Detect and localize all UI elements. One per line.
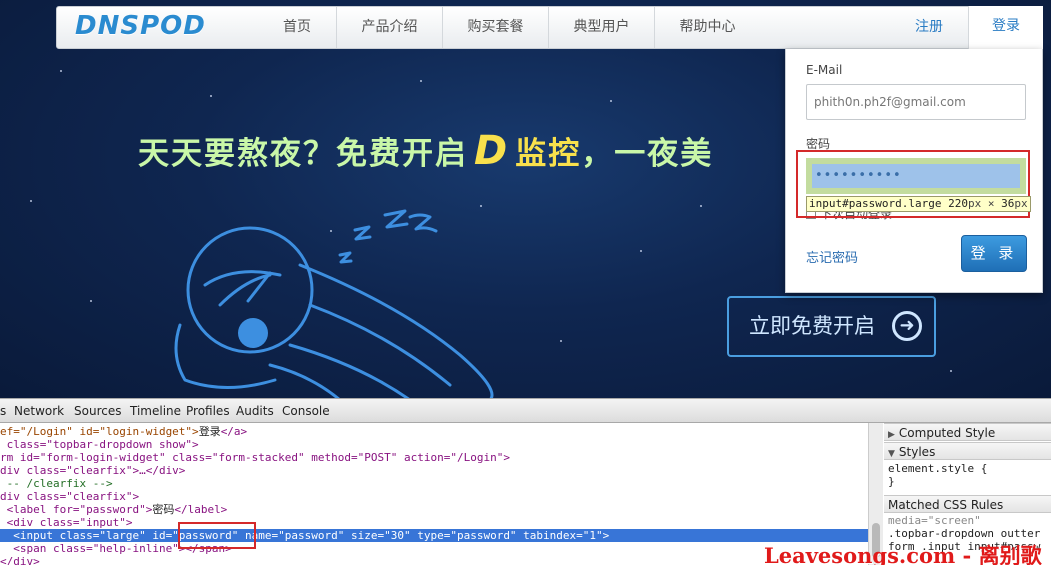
- inspector-size-tooltip: input#password.large 220px × 36px: [806, 196, 1031, 212]
- nav-item-help[interactable]: 帮助中心: [654, 7, 760, 48]
- nav-item-customers[interactable]: 典型用户: [548, 7, 654, 48]
- tab-profiles[interactable]: Profiles: [186, 404, 230, 418]
- tab-network[interactable]: Network: [14, 404, 64, 418]
- element-style-rule[interactable]: element.style {: [888, 462, 987, 475]
- dom-tree-view: ef="/Login" id="login-widget">登录</a> cla…: [0, 423, 868, 565]
- arrow-right-circle-icon: ➜: [892, 311, 922, 341]
- dom-line-selected[interactable]: <input class="large" id="password" name=…: [0, 529, 868, 542]
- sleeping-character-illustration: [174, 209, 494, 398]
- expand-triangle-icon: ▶: [888, 430, 895, 440]
- top-navigation-bar: DNSPOD 首页 产品介绍 购买套餐 典型用户 帮助中心 注册: [56, 6, 1043, 49]
- free-start-button[interactable]: 立即免费开启 ➜: [727, 296, 936, 357]
- media-query-label: media="screen": [888, 514, 981, 527]
- forgot-password-link[interactable]: 忘记密码: [806, 247, 858, 266]
- email-label: E-Mail: [806, 63, 843, 77]
- dom-line[interactable]: div class="clearfix">: [0, 490, 868, 503]
- headline-text: 天天要熬夜？免费开启: [138, 136, 468, 172]
- dom-line[interactable]: </div>: [0, 555, 868, 565]
- tooltip-height-unit: px: [1014, 197, 1028, 210]
- dom-comment-line[interactable]: -- /clearfix -->: [0, 477, 868, 490]
- login-dropdown-toggle[interactable]: 登录: [968, 6, 1043, 50]
- watermark-text: Leavesongs.com - 离别歌: [764, 543, 1042, 565]
- dom-line[interactable]: <label for="password">密码</label>: [0, 503, 868, 516]
- dom-line[interactable]: ef="/Login" id="login-widget">登录</a>: [0, 425, 868, 438]
- devtools-tab-bar: s Network Sources Timeline Profiles Audi…: [0, 399, 1051, 423]
- dom-line[interactable]: <span class="help-inline"></span>: [0, 542, 868, 555]
- matched-rules-header: Matched CSS Rules: [884, 495, 1051, 513]
- tab-sources[interactable]: Sources: [74, 404, 121, 418]
- login-submit-button[interactable]: 登 录: [961, 235, 1027, 272]
- tooltip-times: ×: [981, 197, 1002, 210]
- computed-style-header[interactable]: ▶ Computed Style: [884, 423, 1051, 441]
- dom-line[interactable]: <div class="input">: [0, 516, 868, 529]
- nav-item-home[interactable]: 首页: [253, 7, 341, 48]
- email-field[interactable]: phith0n.ph2f@gmail.com: [806, 84, 1026, 120]
- dom-line[interactable]: rm id="form-login-widget" class="form-st…: [0, 451, 868, 464]
- styles-header[interactable]: ▼ Styles: [884, 442, 1051, 460]
- rule-close-brace: }: [888, 475, 895, 488]
- tooltip-width-unit: px: [967, 197, 982, 210]
- tab-elements[interactable]: s: [0, 404, 6, 418]
- collapse-triangle-icon: ▼: [888, 449, 895, 459]
- dnspod-logo[interactable]: DNSPOD: [75, 11, 206, 41]
- register-link[interactable]: 注册: [897, 7, 961, 48]
- nav-item-pricing[interactable]: 购买套餐: [442, 7, 548, 48]
- tab-timeline[interactable]: Timeline: [130, 404, 181, 418]
- tooltip-width: 220: [948, 197, 968, 210]
- tooltip-height: 36: [1001, 197, 1015, 210]
- annotation-highlight-box: [178, 522, 256, 549]
- hero-headline: 天天要熬夜？免费开启 D 监控，一夜美: [138, 128, 713, 174]
- headline-monitor: 监控: [515, 136, 582, 172]
- d-monitor-logo: D: [474, 128, 510, 174]
- tooltip-selector: input#password.large: [809, 197, 942, 210]
- dom-line[interactable]: class="topbar-dropdown show">: [0, 438, 868, 451]
- css-rule-selector[interactable]: .topbar-dropdown outter: [888, 527, 1040, 540]
- screenshot-stage: DNSPOD 首页 产品介绍 购买套餐 典型用户 帮助中心 注册 登录 天天要熬…: [0, 0, 1051, 565]
- nav-item-products[interactable]: 产品介绍: [336, 7, 442, 48]
- tab-console[interactable]: Console: [282, 404, 330, 418]
- cta-label: 立即免费开启: [749, 314, 875, 338]
- headline-text-end: ，一夜美: [581, 136, 714, 172]
- dom-line[interactable]: div class="clearfix">…</div>: [0, 464, 868, 477]
- tab-audits[interactable]: Audits: [236, 404, 274, 418]
